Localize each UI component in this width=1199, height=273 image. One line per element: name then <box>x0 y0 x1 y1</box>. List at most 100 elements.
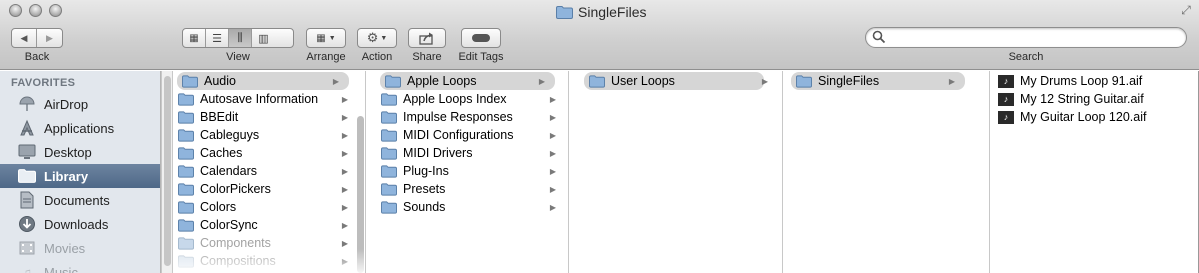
sidebar-item-movies[interactable]: Movies <box>0 236 160 260</box>
movies-icon <box>16 239 38 257</box>
column-view-button[interactable]: ⫼ <box>229 29 252 47</box>
view-label: View <box>226 51 250 63</box>
list-item-apple-loops[interactable]: Apple Loops ▶ <box>380 72 555 90</box>
sidebar-item-airdrop[interactable]: AirDrop <box>0 92 160 116</box>
arrange-grid-icon: ▦ <box>316 32 326 44</box>
list-item-label: Presets <box>403 182 446 196</box>
browser-column-4: SingleFiles ▶ <box>786 71 990 273</box>
column-1-scrollbar[interactable] <box>357 116 364 273</box>
list-item-user-loops[interactable]: User Loops ▶ <box>584 72 768 90</box>
list-item-label: My 12 String Guitar.aif <box>1020 92 1144 106</box>
list-item-sounds[interactable]: Sounds ▶ <box>376 198 566 216</box>
sidebar-item-label: Movies <box>44 240 86 256</box>
list-item-colorsync[interactable]: ColorSync ▶ <box>173 216 358 234</box>
chevron-right-icon: ▶ <box>549 94 557 104</box>
arrange-button[interactable]: ▦ ▼ <box>306 28 346 48</box>
sidebar-item-label: Music <box>44 264 78 273</box>
share-label: Share <box>412 51 442 63</box>
folder-icon <box>381 128 397 142</box>
search-field[interactable] <box>865 27 1187 48</box>
folder-icon <box>178 146 194 160</box>
list-item-autosave[interactable]: Autosave Information ▶ <box>173 90 358 108</box>
audio-file-icon: ♪ <box>998 92 1014 106</box>
list-item-label: MIDI Drivers <box>403 146 473 160</box>
list-item-label: My Drums Loop 91.aif <box>1020 74 1143 88</box>
list-item-colors[interactable]: Colors ▶ <box>173 198 358 216</box>
folder-icon <box>178 182 194 196</box>
applications-icon <box>16 119 38 137</box>
list-view-button[interactable]: ☰ <box>206 29 229 47</box>
audio-file-icon: ♪ <box>998 110 1014 124</box>
list-item-label: My Guitar Loop 120.aif <box>1020 110 1147 124</box>
list-item-components[interactable]: Components ▶ <box>173 234 358 252</box>
back-label: Back <box>24 51 50 63</box>
list-item-apple-loops-index[interactable]: Apple Loops Index ▶ <box>376 90 566 108</box>
tag-icon <box>472 34 490 42</box>
chevron-right-icon: ▶ <box>549 112 557 122</box>
list-item-presets[interactable]: Presets ▶ <box>376 180 566 198</box>
chevron-right-icon: ▶ <box>549 166 557 176</box>
back-forward-control: ◀ ▶ <box>11 28 63 48</box>
action-button[interactable]: ⚙ ▼ <box>357 28 397 48</box>
edit-tags-label: Edit Tags <box>458 51 504 63</box>
folder-icon <box>178 128 194 142</box>
folder-icon <box>385 74 401 88</box>
minimize-window-button[interactable] <box>29 4 42 17</box>
sidebar-scrollbar[interactable] <box>164 76 171 266</box>
list-item-label: MIDI Configurations <box>403 128 514 142</box>
sidebar-item-desktop[interactable]: Desktop <box>0 140 160 164</box>
folder-icon <box>178 218 194 232</box>
sidebar-item-downloads[interactable]: Downloads <box>0 212 160 236</box>
browser-column-1: Audio ▶ Autosave Information ▶ BBEdit ▶ … <box>173 71 366 273</box>
coverflow-view-button[interactable]: ▥ <box>252 29 275 47</box>
list-item-impulse-responses[interactable]: Impulse Responses ▶ <box>376 108 566 126</box>
list-item-label: User Loops <box>611 74 675 88</box>
folder-icon <box>182 74 198 88</box>
list-item-label: Plug-Ins <box>403 164 449 178</box>
window-title: SingleFiles <box>556 3 646 21</box>
folder-icon <box>589 74 605 88</box>
list-item-bbedit[interactable]: BBEdit ▶ <box>173 108 358 126</box>
chevron-right-icon: ▶ <box>549 148 557 158</box>
icon-view-icon: ▦ <box>189 32 199 44</box>
icon-view-button[interactable]: ▦ <box>183 29 206 47</box>
action-label: Action <box>361 51 393 63</box>
list-item-audio[interactable]: Audio ▶ <box>177 72 349 90</box>
list-item-audio-file[interactable]: ♪ My 12 String Guitar.aif <box>993 90 1193 108</box>
sidebar-item-label: Downloads <box>44 216 109 232</box>
list-item-colorpickers[interactable]: ColorPickers ▶ <box>173 180 358 198</box>
list-item-label: Calendars <box>200 164 257 178</box>
forward-button[interactable]: ▶ <box>37 29 62 47</box>
list-item-cableguys[interactable]: Cableguys ▶ <box>173 126 358 144</box>
close-window-button[interactable] <box>9 4 22 17</box>
sidebar-item-music[interactable]: ♫ Music <box>0 260 160 273</box>
list-item-audio-file[interactable]: ♪ My Guitar Loop 120.aif <box>993 108 1193 126</box>
sidebar-item-applications[interactable]: Applications <box>0 116 160 140</box>
list-item-singlefiles[interactable]: SingleFiles ▶ <box>791 72 965 90</box>
folder-icon <box>381 110 397 124</box>
chevron-right-icon: ▶ <box>538 76 546 86</box>
sidebar-item-library[interactable]: Library <box>0 164 160 188</box>
fullscreen-icon[interactable]: ⤢ <box>1179 3 1193 17</box>
music-icon: ♫ <box>22 264 32 273</box>
back-button[interactable]: ◀ <box>12 29 38 47</box>
list-item-caches[interactable]: Caches ▶ <box>173 144 358 162</box>
list-item-label: ColorPickers <box>200 182 271 196</box>
sidebar-item-documents[interactable]: Documents <box>0 188 160 212</box>
list-item-compositions[interactable]: Compositions ▶ <box>173 252 358 270</box>
share-button[interactable] <box>408 28 446 48</box>
list-item-label: BBEdit <box>200 110 239 124</box>
folder-icon <box>178 110 194 124</box>
list-item-audio-file[interactable]: ♪ My Drums Loop 91.aif <box>993 72 1193 90</box>
edit-tags-button[interactable] <box>461 28 501 48</box>
list-item-midi-drivers[interactable]: MIDI Drivers ▶ <box>376 144 566 162</box>
sidebar-item-label: Applications <box>44 120 115 136</box>
downloads-icon <box>16 215 38 233</box>
list-item-calendars[interactable]: Calendars ▶ <box>173 162 358 180</box>
zoom-window-button[interactable] <box>49 4 62 17</box>
folder-icon <box>381 182 397 196</box>
desktop-icon <box>16 143 38 161</box>
documents-icon <box>16 191 38 209</box>
list-item-midi-configurations[interactable]: MIDI Configurations ▶ <box>376 126 566 144</box>
list-item-plug-ins[interactable]: Plug-Ins ▶ <box>376 162 566 180</box>
